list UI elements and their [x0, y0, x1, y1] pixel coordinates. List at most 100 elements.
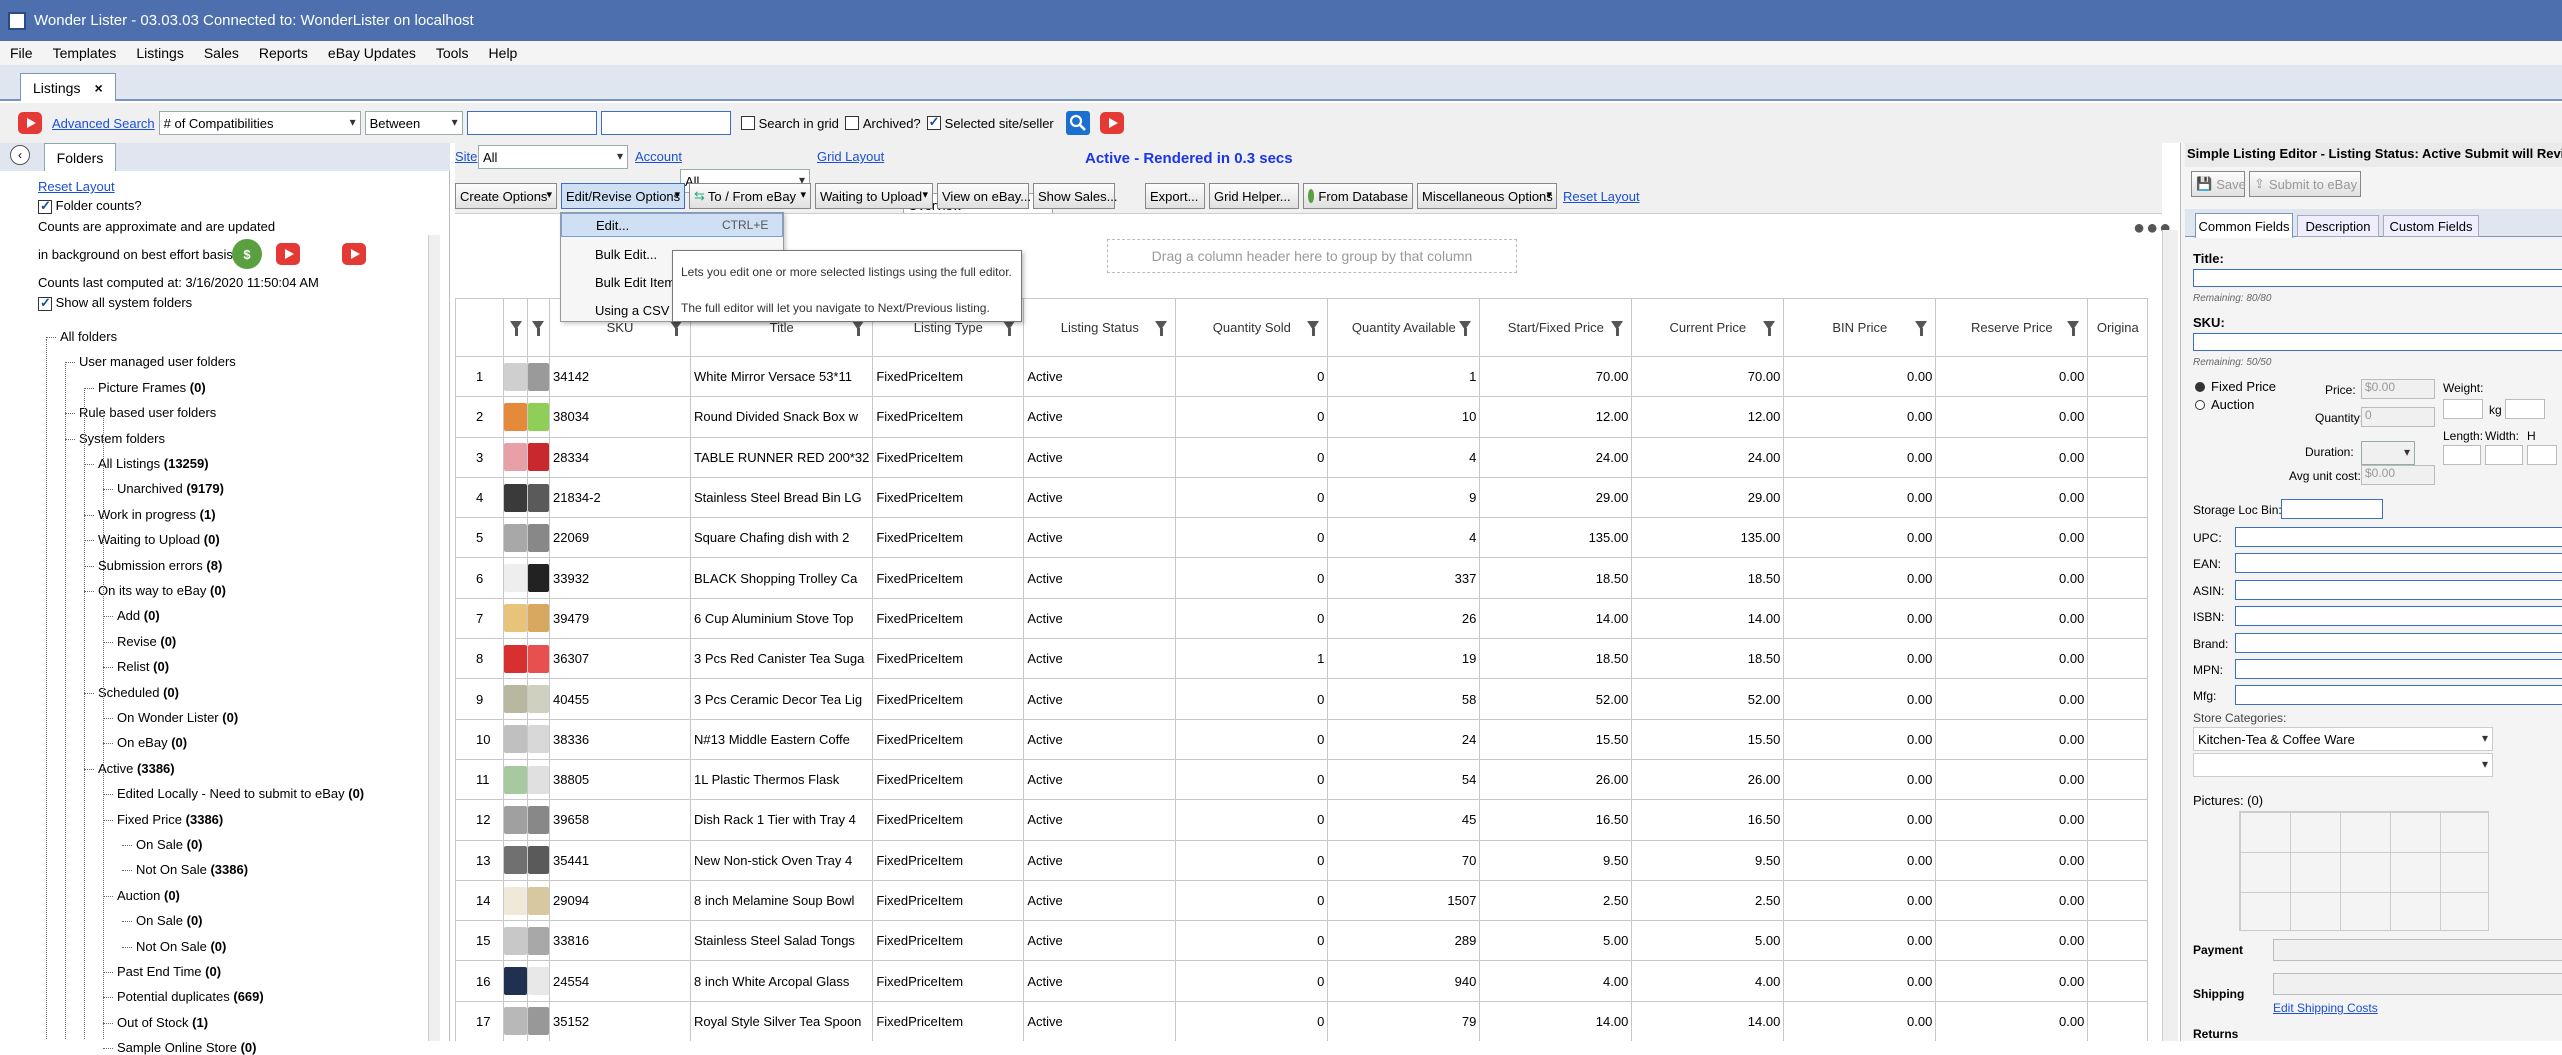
- menu-file[interactable]: File: [0, 45, 43, 61]
- identifier-input[interactable]: [2235, 553, 2562, 574]
- reset-layout-toolbar-link[interactable]: Reset Layout: [1563, 189, 1640, 204]
- folders-scrollbar[interactable]: [428, 235, 440, 1041]
- site-label-link[interactable]: Site: [455, 149, 477, 164]
- search-in-grid-checkbox[interactable]: [740, 116, 755, 130]
- menu-ebay-updates[interactable]: eBay Updates: [318, 45, 426, 61]
- reset-layout-link[interactable]: Reset Layout: [38, 179, 115, 194]
- to-from-ebay-button[interactable]: ⇆ To / From eBay: [689, 183, 811, 209]
- title-input[interactable]: [2193, 269, 2562, 287]
- filter-icon[interactable]: [1763, 321, 1776, 336]
- operator-select[interactable]: Between: [364, 111, 463, 135]
- filter-icon[interactable]: [1307, 321, 1320, 336]
- account-label-link[interactable]: Account: [635, 149, 682, 164]
- show-sales-button[interactable]: Show Sales...: [1033, 183, 1118, 209]
- folder-tree-item[interactable]: On Sale (0): [136, 837, 203, 852]
- misc-options-button[interactable]: Miscellaneous Options: [1417, 183, 1557, 209]
- tab-listings[interactable]: Listings ×: [20, 73, 116, 101]
- tab-description[interactable]: Description: [2297, 215, 2379, 237]
- folder-tree-item[interactable]: Not On Sale (3386): [136, 862, 248, 877]
- identifier-input[interactable]: [2235, 659, 2562, 679]
- store-category-select-1[interactable]: Kitchen-Tea & Coffee Ware: [2193, 727, 2493, 751]
- filter-icon[interactable]: [1155, 321, 1168, 336]
- table-row[interactable]: 8 36307 3 Pcs Red Canister Tea Suga FixedPr…: [455, 638, 2149, 680]
- grid-layout-label-link[interactable]: Grid Layout: [817, 149, 884, 164]
- group-by-drop-zone[interactable]: Drag a column header here to group by th…: [1107, 239, 1517, 273]
- identifier-input[interactable]: [2235, 606, 2562, 627]
- pictures-grid[interactable]: [2239, 811, 2489, 931]
- tab-folders[interactable]: Folders: [44, 143, 116, 171]
- column-header-original[interactable]: Origina: [2087, 298, 2149, 357]
- search-value1-input[interactable]: [466, 111, 597, 135]
- menu-listings[interactable]: Listings: [126, 45, 193, 61]
- filter-icon[interactable]: [1611, 321, 1624, 336]
- folder-tree-item[interactable]: Sample Online Store (0): [117, 1040, 256, 1055]
- price-input[interactable]: $0.00: [2361, 379, 2435, 399]
- identifier-input[interactable]: [2235, 632, 2562, 653]
- column-header-quantity-sold[interactable]: Quantity Sold: [1175, 298, 1329, 357]
- folder-tree-item[interactable]: Out of Stock (1): [117, 1015, 208, 1030]
- folder-tree-item[interactable]: All folders: [60, 329, 117, 344]
- column-header-listing-status[interactable]: Listing Status: [1023, 298, 1177, 357]
- table-row[interactable]: 14 29094 8 inch Melamine Soup Bowl FixedPri…: [455, 879, 2149, 922]
- column-header-current-price[interactable]: Current Price: [1631, 298, 1785, 357]
- auction-radio[interactable]: [2195, 399, 2205, 410]
- store-category-select-2[interactable]: [2193, 753, 2493, 777]
- folder-tree-item[interactable]: Picture Frames (0): [98, 380, 206, 395]
- folder-tree-item[interactable]: On eBay (0): [117, 735, 187, 750]
- menu-help[interactable]: Help: [479, 45, 528, 61]
- waiting-upload-button[interactable]: Waiting to Upload: [815, 183, 933, 209]
- edit-revise-options-button[interactable]: Edit/Revise Options: [561, 183, 685, 209]
- folder-tree-item[interactable]: Unarchived (9179): [117, 481, 224, 496]
- site-select[interactable]: All: [478, 145, 628, 169]
- menu-sales[interactable]: Sales: [194, 45, 249, 61]
- column-header-quantity-available[interactable]: Quantity Available: [1327, 298, 1481, 357]
- folder-tree-item[interactable]: Relist (0): [117, 659, 169, 674]
- table-row[interactable]: 12 39658 Dish Rack 1 Tier with Tray 4 Fixed…: [455, 799, 2149, 841]
- column-header-bin-price[interactable]: BIN Price: [1783, 298, 1937, 357]
- folder-tree-item[interactable]: Add (0): [117, 608, 160, 623]
- folder-tree-item[interactable]: Waiting to Upload (0): [98, 532, 220, 547]
- grid-helper-button[interactable]: Grid Helper...: [1209, 183, 1299, 209]
- shipping-field[interactable]: [2273, 973, 2562, 995]
- table-row[interactable]: 7 39479 6 Cup Aluminium Stove Top FixedPric…: [455, 597, 2149, 640]
- folder-tree-item[interactable]: Rule based user folders: [79, 405, 216, 420]
- folder-tree-item[interactable]: User managed user folders: [79, 354, 236, 369]
- table-row[interactable]: 17 35152 Royal Style Silver Tea Spoon Fixed…: [455, 1000, 2149, 1041]
- search-field-select[interactable]: # of Compatibilities: [158, 111, 361, 135]
- column-header-reserve-price[interactable]: Reserve Price: [1935, 298, 2089, 357]
- table-row[interactable]: 9 40455 3 Pcs Ceramic Decor Tea Lig FixedPr…: [455, 678, 2149, 720]
- table-row[interactable]: 4 21834-2 Stainless Steel Bread Bin LG Fixe…: [455, 476, 2149, 519]
- weight-input-2[interactable]: [2505, 399, 2545, 419]
- collapse-panel-icon[interactable]: ‹: [10, 145, 30, 165]
- export-button[interactable]: Export...: [1145, 183, 1205, 209]
- folder-tree-item[interactable]: Auction (0): [117, 888, 180, 903]
- advanced-search-link[interactable]: Advanced Search: [52, 116, 155, 131]
- folder-tree-item[interactable]: Revise (0): [117, 634, 176, 649]
- folder-tree-item[interactable]: On its way to eBay (0): [98, 583, 226, 598]
- identifier-input[interactable]: [2235, 579, 2562, 600]
- archived-checkbox[interactable]: [844, 116, 859, 130]
- width-input[interactable]: [2485, 445, 2523, 465]
- identifier-input[interactable]: [2235, 527, 2562, 547]
- folder-tree-item[interactable]: On Wonder Lister (0): [117, 710, 238, 725]
- from-database-button[interactable]: From Database: [1303, 183, 1413, 209]
- menu-templates[interactable]: Templates: [43, 45, 127, 61]
- video-help-icon-3[interactable]: [276, 243, 300, 265]
- create-options-button[interactable]: Create Options: [455, 183, 557, 209]
- folder-tree-item[interactable]: Submission errors (8): [98, 558, 222, 573]
- menu-item-bulk-edit[interactable]: Bulk Edit...: [595, 247, 657, 262]
- filter-icon[interactable]: [670, 321, 682, 336]
- table-row[interactable]: 3 28334 TABLE RUNNER RED 200*32 FixedPriceI…: [455, 436, 2149, 478]
- view-on-ebay-button[interactable]: View on eBay...: [937, 183, 1031, 209]
- column-header-start-price[interactable]: Start/Fixed Price: [1479, 298, 1633, 357]
- tab-custom-fields[interactable]: Custom Fields: [2383, 215, 2479, 237]
- folder-tree-item[interactable]: Potential duplicates (669): [117, 989, 264, 1004]
- save-button[interactable]: 💾 Save: [2191, 171, 2246, 197]
- folder-tree-item[interactable]: All Listings (13259): [98, 456, 209, 471]
- quantity-input[interactable]: 0: [2361, 407, 2435, 427]
- duration-select[interactable]: [2361, 441, 2415, 465]
- payment-field[interactable]: [2273, 939, 2562, 961]
- menu-item-bulk-edit-item[interactable]: Bulk Edit Item: [595, 275, 675, 290]
- menu-reports[interactable]: Reports: [249, 45, 318, 61]
- image1-header[interactable]: [503, 298, 528, 357]
